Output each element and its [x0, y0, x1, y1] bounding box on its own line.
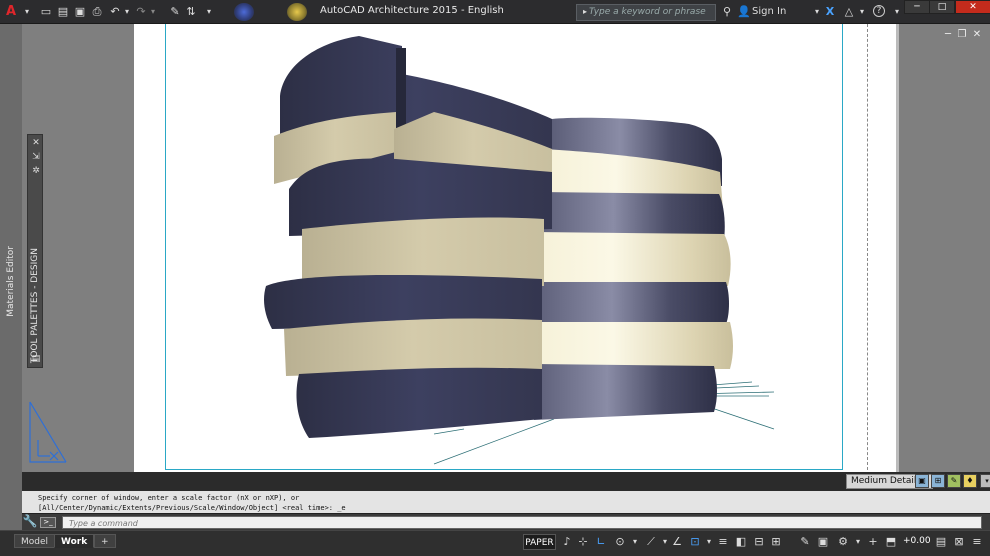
ucs-icon — [29, 401, 67, 463]
isodraft-icon[interactable]: ⟋ — [644, 535, 658, 549]
drawing-close-icon[interactable]: ✕ — [971, 30, 983, 40]
tab-work[interactable]: Work — [54, 534, 95, 548]
search-expand-icon[interactable]: ▸ — [578, 5, 592, 19]
command-history-line: [All/Center/Dynamic/Extents/Previous/Sca… — [38, 504, 346, 512]
command-history-line: Specify corner of window, enter a scale … — [38, 494, 300, 502]
palette-properties-icon[interactable]: ✲ — [30, 165, 42, 177]
command-prompt-icon[interactable]: >_ — [40, 517, 56, 528]
customize-qa-dropdown-icon[interactable]: ▾ — [202, 5, 216, 19]
layout-scale-icon[interactable]: ⊞ — [931, 474, 945, 488]
drawing-restore-icon[interactable]: ❐ — [956, 30, 968, 40]
object-snap-dropdown-icon[interactable]: ▾ — [702, 535, 716, 549]
snap-mode-icon[interactable]: ♪ — [560, 535, 574, 549]
gear-dropdown-icon[interactable]: ▾ — [851, 535, 865, 549]
plus-icon[interactable]: + — [866, 535, 880, 549]
help-icon[interactable]: ? — [873, 5, 885, 17]
autocad-a-icon[interactable]: A — [4, 5, 18, 19]
polar-tracking-icon[interactable]: ⊙ — [613, 535, 627, 549]
elevation-icon[interactable]: ⬒ — [884, 535, 898, 549]
transparency-icon[interactable]: ◧ — [734, 535, 748, 549]
drawing-background-right — [899, 24, 990, 472]
search-icon[interactable]: ⚲ — [720, 5, 734, 19]
autocad-window: A ▾ ▭ ▤ ▣ ⎙ ↶ ▾ ↷ ▾ ✎ ⇅ ▾ AutoCAD Archit… — [0, 0, 990, 556]
lineweight-icon[interactable]: ≡ — [716, 535, 730, 549]
title-bar: A ▾ ▭ ▤ ▣ ⎙ ↶ ▾ ↷ ▾ ✎ ⇅ ▾ AutoCAD Archit… — [0, 0, 990, 24]
customization-icon[interactable]: ≡ — [970, 535, 984, 549]
palette-close-icon[interactable]: ✕ — [30, 137, 42, 149]
layout-viewport-icon[interactable]: ▣ — [915, 474, 929, 488]
materials-editor-tab[interactable]: Materials Editor — [6, 246, 16, 317]
search-input[interactable]: Type a keyword or phrase — [576, 4, 716, 21]
command-history: Specify corner of window, enter a scale … — [22, 491, 990, 513]
annotation-visibility-icon[interactable]: ⊞ — [769, 535, 783, 549]
user-icon[interactable]: 👤 — [737, 5, 751, 19]
infer-constraints-icon[interactable]: ⊹ — [576, 535, 590, 549]
ortho-mode-icon[interactable]: ∟ — [594, 535, 608, 549]
isolate-objects-icon[interactable]: ▤ — [934, 535, 948, 549]
sign-in-link[interactable]: Sign In — [752, 6, 786, 17]
open-folder-icon[interactable]: ▤ — [56, 5, 70, 19]
tool-palettes-title: TOOL PALETTES - DESIGN — [30, 248, 40, 364]
exchange-apps-icon[interactable]: X — [823, 5, 837, 19]
undo-dropdown-icon[interactable]: ▾ — [120, 5, 134, 19]
print-icon[interactable]: ⎙ — [90, 5, 104, 19]
clean-screen-icon[interactable]: ⊠ — [952, 535, 966, 549]
layout-status-bar: Medium Detail ▼ ▣ ⊞ ✎ ♦ ▾ — [22, 472, 990, 491]
taskbar-app-icon — [287, 3, 307, 21]
add-layout-tab[interactable]: + — [94, 534, 116, 548]
bulb-icon[interactable]: ♦ — [963, 474, 977, 488]
command-line: >_ Type a command — [22, 513, 990, 530]
autodesk-360-icon[interactable]: △ — [842, 5, 856, 19]
object-snap-tracking-icon[interactable]: ∠ — [670, 535, 684, 549]
drawing-minimize-icon[interactable]: ─ — [942, 30, 954, 40]
palette-autohide-icon[interactable]: ⇲ — [30, 151, 42, 163]
match-properties-icon[interactable]: ✎ — [168, 5, 182, 19]
minimize-button[interactable]: ─ — [904, 0, 930, 14]
new-file-icon[interactable]: ▭ — [39, 5, 53, 19]
workspace-switch-icon[interactable]: ▣ — [816, 535, 830, 549]
a360-dropdown-icon[interactable]: ▾ — [855, 5, 869, 19]
viewport-frame[interactable] — [165, 24, 843, 470]
maximize-button[interactable]: □ — [929, 0, 955, 14]
help-dropdown-icon[interactable]: ▾ — [890, 5, 904, 19]
redo-dropdown-icon[interactable]: ▾ — [146, 5, 160, 19]
elevation-value[interactable]: +0.00 — [903, 536, 931, 546]
taskbar-app-icon — [234, 3, 254, 21]
paper-space-toggle[interactable]: PAPER — [523, 534, 556, 550]
quick-properties-icon[interactable]: ✎ — [798, 535, 812, 549]
qa-toolbar-icon[interactable]: ⇅ — [184, 5, 198, 19]
save-icon[interactable]: ▣ — [73, 5, 87, 19]
app-menu-chevron-icon[interactable]: ▾ — [20, 5, 34, 19]
status-bar: Model Work + PAPER ♪ ⊹ ∟ ⊙ ▾ ⟋ ▾ ∠ ⊡ ▾ ≡… — [0, 530, 990, 556]
command-input[interactable]: Type a command — [62, 516, 982, 529]
wrench-icon[interactable]: 🔧 — [22, 513, 38, 530]
polar-dropdown-icon[interactable]: ▾ — [628, 535, 642, 549]
close-button[interactable]: ✕ — [955, 0, 990, 14]
layout-menu-icon[interactable]: ▾ — [980, 474, 990, 488]
gear-icon[interactable]: ⚙ — [836, 535, 850, 549]
sign-in-dropdown-icon[interactable]: ▾ — [810, 5, 824, 19]
window-title: AutoCAD Architecture 2015 - English — [320, 5, 504, 16]
tab-model[interactable]: Model — [14, 534, 56, 548]
surface-hatch-icon[interactable]: ✎ — [947, 474, 961, 488]
display-configuration-value: Medium Detail — [851, 476, 917, 486]
object-snap-icon[interactable]: ⊡ — [688, 535, 702, 549]
selection-cycling-icon[interactable]: ⊟ — [752, 535, 766, 549]
